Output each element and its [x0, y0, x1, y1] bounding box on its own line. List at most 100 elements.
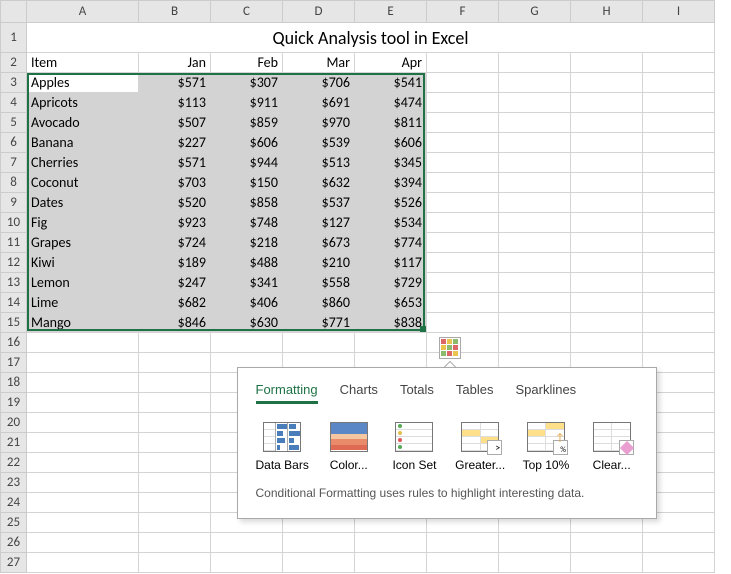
column-header[interactable]: G: [499, 1, 571, 23]
cell[interactable]: $571: [139, 153, 211, 173]
cell[interactable]: Lemon: [27, 273, 139, 293]
cell[interactable]: [427, 333, 499, 353]
cell[interactable]: $944: [211, 153, 283, 173]
cell[interactable]: Feb: [211, 53, 283, 73]
cell[interactable]: [571, 273, 643, 293]
row-header[interactable]: 20: [1, 413, 27, 433]
cell[interactable]: $703: [139, 173, 211, 193]
cell[interactable]: [571, 193, 643, 213]
cell[interactable]: [643, 53, 715, 73]
column-header[interactable]: A: [27, 1, 139, 23]
cell[interactable]: $341: [211, 273, 283, 293]
cell[interactable]: [571, 553, 643, 573]
cell[interactable]: $653: [355, 293, 427, 313]
row-header[interactable]: 27: [1, 553, 27, 573]
cell[interactable]: Mar: [283, 53, 355, 73]
cell[interactable]: [283, 553, 355, 573]
cell[interactable]: $858: [211, 193, 283, 213]
cell[interactable]: [27, 533, 139, 553]
cell[interactable]: [499, 153, 571, 173]
cell[interactable]: [571, 53, 643, 73]
cell[interactable]: [427, 93, 499, 113]
cell[interactable]: [499, 113, 571, 133]
cell[interactable]: [139, 333, 211, 353]
row-header[interactable]: 22: [1, 453, 27, 473]
row-header[interactable]: 25: [1, 513, 27, 533]
cell[interactable]: Fig: [27, 213, 139, 233]
cell[interactable]: [643, 313, 715, 333]
cell[interactable]: $488: [211, 253, 283, 273]
cell[interactable]: [499, 233, 571, 253]
cell[interactable]: [571, 313, 643, 333]
row-header[interactable]: 4: [1, 93, 27, 113]
cell[interactable]: [643, 293, 715, 313]
cell[interactable]: $811: [355, 113, 427, 133]
cell[interactable]: Coconut: [27, 173, 139, 193]
cell[interactable]: [499, 193, 571, 213]
cell[interactable]: $558: [283, 273, 355, 293]
cell[interactable]: $539: [283, 133, 355, 153]
cell[interactable]: [499, 533, 571, 553]
cell[interactable]: [427, 133, 499, 153]
cell[interactable]: [427, 193, 499, 213]
cell[interactable]: $537: [283, 193, 355, 213]
cell[interactable]: Jan: [139, 53, 211, 73]
cell[interactable]: [139, 493, 211, 513]
cell[interactable]: [211, 333, 283, 353]
option-clear[interactable]: Clear...: [586, 422, 638, 472]
row-header[interactable]: 12: [1, 253, 27, 273]
tab-totals[interactable]: Totals: [400, 382, 434, 404]
cell[interactable]: Dates: [27, 193, 139, 213]
cell[interactable]: [499, 93, 571, 113]
cell[interactable]: [427, 313, 499, 333]
cell[interactable]: [499, 253, 571, 273]
cell[interactable]: [27, 353, 139, 373]
tab-tables[interactable]: Tables: [456, 382, 494, 404]
tab-formatting[interactable]: Formatting: [256, 382, 318, 404]
cell[interactable]: $729: [355, 273, 427, 293]
cell[interactable]: [499, 133, 571, 153]
cell[interactable]: $218: [211, 233, 283, 253]
cell[interactable]: [211, 553, 283, 573]
cell[interactable]: [571, 153, 643, 173]
cell[interactable]: $911: [211, 93, 283, 113]
cell[interactable]: [499, 313, 571, 333]
column-header[interactable]: C: [211, 1, 283, 23]
cell[interactable]: [27, 453, 139, 473]
cell[interactable]: [499, 213, 571, 233]
cell[interactable]: Grapes: [27, 233, 139, 253]
cell[interactable]: [427, 253, 499, 273]
cell[interactable]: [427, 153, 499, 173]
cell[interactable]: [283, 333, 355, 353]
cell[interactable]: [27, 393, 139, 413]
cell[interactable]: [643, 333, 715, 353]
cell[interactable]: Apr: [355, 53, 427, 73]
cell[interactable]: [427, 113, 499, 133]
row-header[interactable]: 13: [1, 273, 27, 293]
column-header[interactable]: H: [571, 1, 643, 23]
cell[interactable]: $630: [211, 313, 283, 333]
cell[interactable]: $691: [283, 93, 355, 113]
cell[interactable]: $526: [355, 193, 427, 213]
cell[interactable]: $706: [283, 73, 355, 93]
cell[interactable]: [27, 553, 139, 573]
cell[interactable]: [499, 173, 571, 193]
row-header[interactable]: 21: [1, 433, 27, 453]
cell[interactable]: $859: [211, 113, 283, 133]
cell[interactable]: [427, 53, 499, 73]
cell[interactable]: [499, 273, 571, 293]
cell[interactable]: [571, 133, 643, 153]
cell[interactable]: [643, 93, 715, 113]
cell[interactable]: [643, 133, 715, 153]
cell[interactable]: [139, 513, 211, 533]
cell[interactable]: [27, 413, 139, 433]
cell[interactable]: $541: [355, 73, 427, 93]
cell[interactable]: $682: [139, 293, 211, 313]
cell[interactable]: [27, 513, 139, 533]
cell[interactable]: $606: [355, 133, 427, 153]
cell[interactable]: [643, 253, 715, 273]
cell[interactable]: $673: [283, 233, 355, 253]
cell[interactable]: Kiwi: [27, 253, 139, 273]
cell[interactable]: [427, 173, 499, 193]
cell[interactable]: [571, 113, 643, 133]
